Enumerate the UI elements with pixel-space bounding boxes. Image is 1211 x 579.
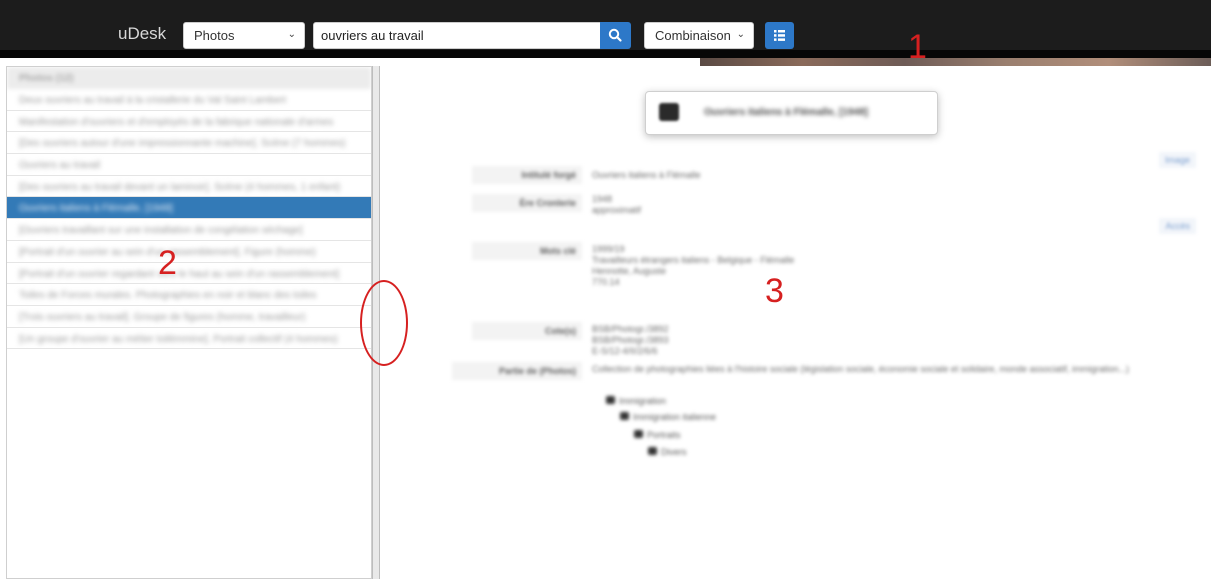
list-item[interactable]: [Ouvriers travaillant sur une installati… [7,219,371,241]
mode-select[interactable]: Photos ⌄ [183,22,305,49]
field-label: Intitulé forgé [472,166,582,184]
folder-icon [648,447,657,455]
list-item[interactable]: [Des ouvriers au travail devant un lamin… [7,176,371,198]
field-value: Ouvriers italiens à Flémalle [592,170,701,180]
list-item-selected[interactable]: Ouvriers italiens à Flémalle, [1948] [7,197,371,220]
tree-node[interactable]: Immigration italienne [620,412,716,422]
field-label: Ère Cronlerie [472,194,582,212]
field-label: Cote(s) [472,322,582,340]
tree-node[interactable]: Portraits [634,430,681,440]
list-item[interactable]: Deux ouvriers au travail à la cristaller… [7,89,371,111]
detail-panel: Ouvriers italiens à Flémalle, [1948] Int… [380,66,1204,579]
field-label: Partie de (Photos) [452,362,582,380]
list-item[interactable]: Manifestation d'ouvriers et d'employés d… [7,111,371,133]
folder-icon [634,430,643,438]
field-value: 1999/19 Travailleurs étrangers italiens … [592,244,795,287]
record-title: Ouvriers italiens à Flémalle, [1948] [704,107,868,118]
mode-select-value: Photos [194,28,235,43]
folder-icon [620,412,629,420]
camera-icon [659,103,679,121]
list-item[interactable]: Toiles de Forces murales. Photographies … [7,284,371,306]
image-link[interactable]: Image [1158,152,1196,168]
annotation-number: 1 [908,28,927,66]
list-view-button[interactable] [765,22,794,49]
annotation-number: 3 [765,272,784,310]
results-list: Photos (12) Deux ouvriers au travail à l… [6,66,372,579]
combination-select-value: Combinaison [655,28,731,43]
chevron-down-icon: ⌄ [287,29,296,40]
list-item[interactable]: Ouvriers au travail [7,154,371,176]
tree-node[interactable]: Divers [648,447,687,457]
list-item[interactable]: [Portrait d'un ouvrier au sein d'un rass… [7,241,371,263]
search-button[interactable] [600,22,631,49]
top-bar: uDesk Photos ⌄ Combinaison ⌄ [0,0,1211,58]
list-header: Photos (12) [7,67,371,89]
field-label: Mots clé [472,242,582,260]
search-icon [608,28,622,42]
background-photo-strip [700,58,1211,66]
combination-select[interactable]: Combinaison ⌄ [644,22,754,49]
list-icon [774,30,785,41]
list-item[interactable]: [Un groupe d'ouvrier au métier toilémmin… [7,328,371,350]
annotation-circle [360,280,408,366]
field-value: BSB/Photogr./3892 BSB/Photogr./3893 E-S/… [592,324,669,356]
tree-node[interactable]: Immigration [606,396,666,406]
list-item[interactable]: [Portrait d'un ouvrier regardant vers le… [7,263,371,285]
record-title-card: Ouvriers italiens à Flémalle, [1948] [645,91,938,135]
list-item[interactable]: [Trois ouvriers au travail]. Groupe de f… [7,306,371,328]
app-brand[interactable]: uDesk [118,24,166,44]
access-link[interactable]: Accès [1159,218,1196,234]
chevron-down-icon: ⌄ [736,29,745,40]
field-value: Collection de photographies liées à l'hi… [592,364,1129,374]
search-input[interactable] [313,22,603,49]
field-value: 1948 approximatif [592,194,642,215]
folder-icon [606,396,615,404]
annotation-number: 2 [158,244,177,282]
list-item[interactable]: [Des ouvriers autour d'une impressionnan… [7,132,371,155]
